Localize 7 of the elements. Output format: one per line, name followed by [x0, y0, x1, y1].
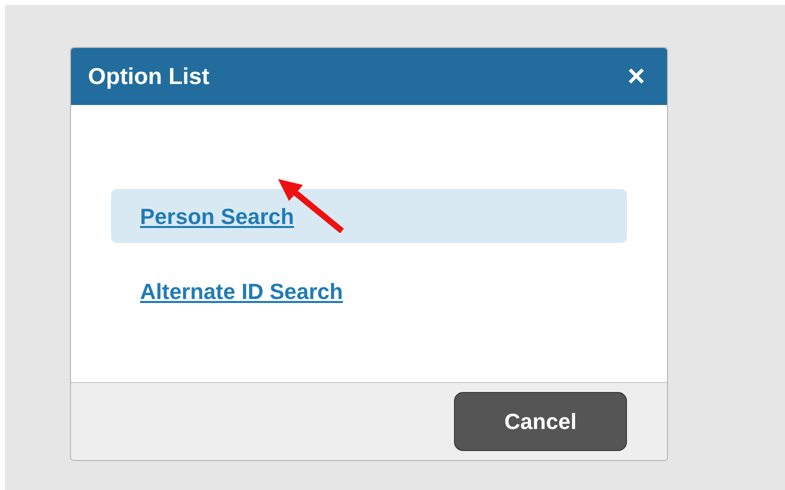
dialog-title: Option List [88, 62, 210, 92]
option-row[interactable]: Person Search [111, 189, 627, 243]
cancel-button[interactable]: Cancel [454, 392, 627, 451]
option-link[interactable]: Person Search [140, 200, 294, 232]
option-row[interactable]: Alternate ID Search [111, 264, 627, 318]
close-button[interactable]: × [627, 62, 645, 92]
option-link[interactable]: Alternate ID Search [140, 274, 343, 308]
